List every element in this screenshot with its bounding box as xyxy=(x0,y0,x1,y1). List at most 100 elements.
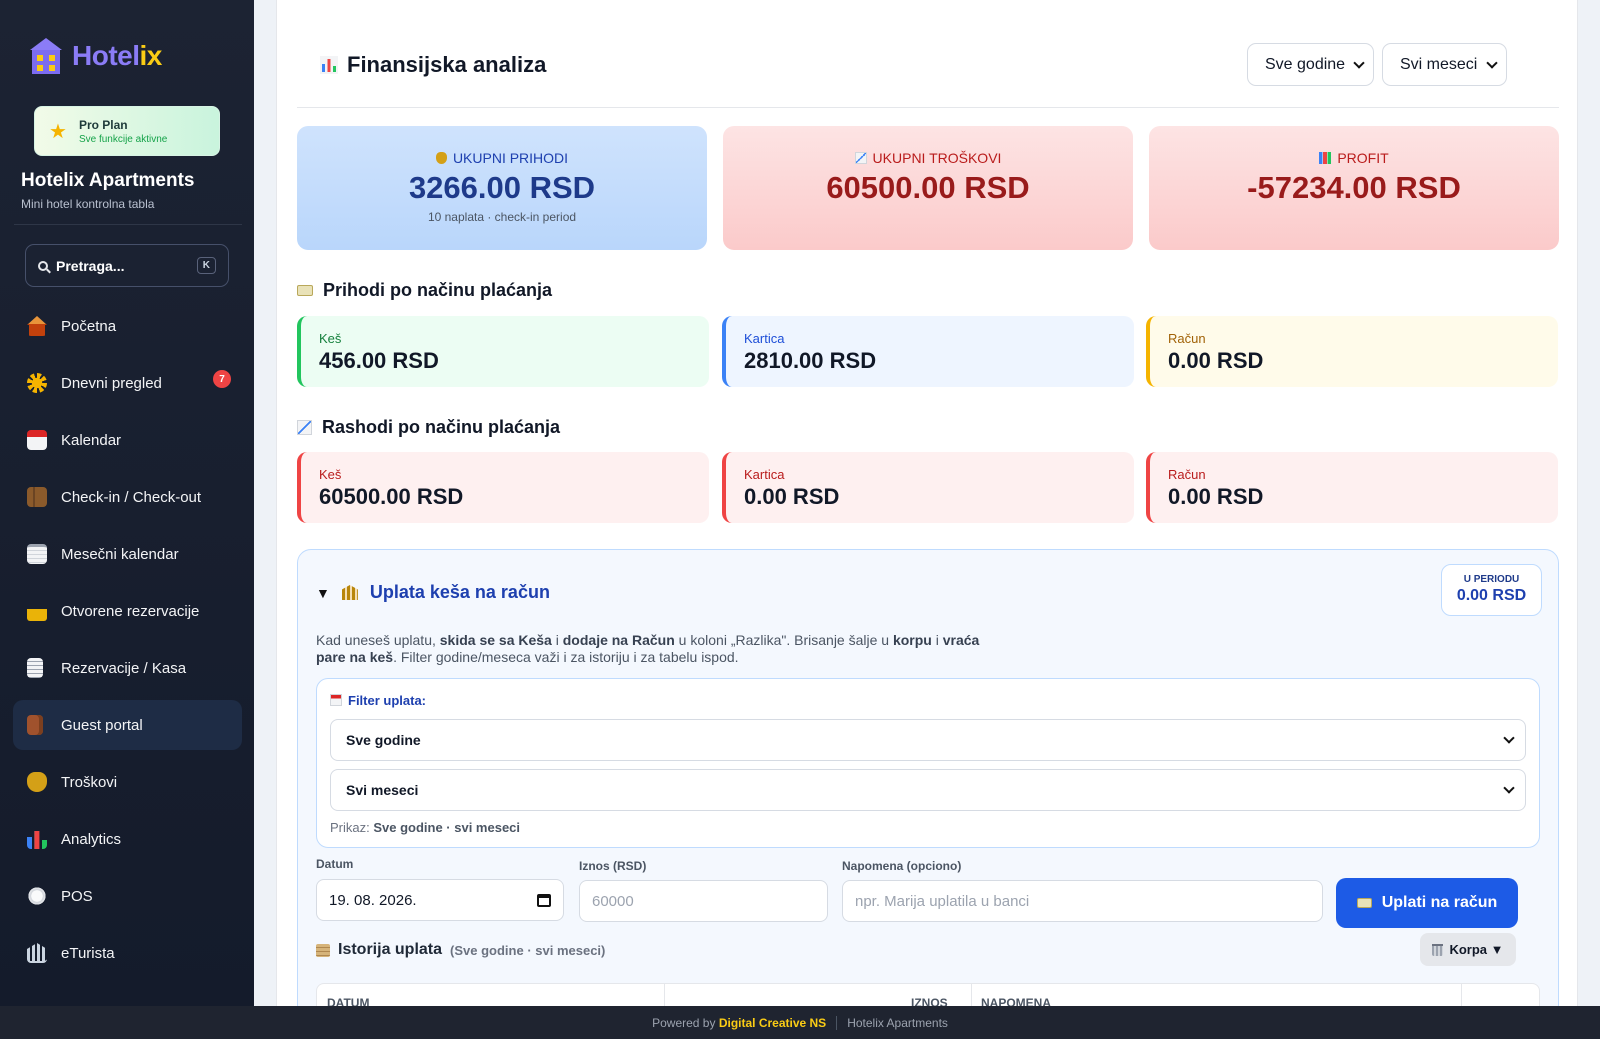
income-stat-label: UKUPNI PRIHODI xyxy=(452,150,569,166)
income-by-method-title: Prihodi po načinu plaćanja xyxy=(323,280,553,300)
expense-card-value: 0.00 RSD xyxy=(744,484,840,509)
income-card-card: Kartica 2810.00 RSD xyxy=(722,316,1134,387)
note-label: Napomena (opciono) xyxy=(842,859,962,873)
expense-invoice-label: Račun xyxy=(1168,467,1206,482)
desc-bold: dodaje na Račun xyxy=(562,632,675,648)
desc-text: . Filter godine/meseca važi i za istorij… xyxy=(393,649,739,665)
chevron-down-icon xyxy=(1486,56,1498,69)
sidebar-item-label: eTurista xyxy=(61,944,115,962)
cash-deposit-toggle[interactable]: ▼ Uplata keša na račun xyxy=(316,582,550,603)
sidebar-item-label: Dnevni pregled xyxy=(61,374,162,392)
amount-input[interactable]: 60000 xyxy=(579,880,828,922)
income-stat-card: UKUPNI PRIHODI 3266.00 RSD 10 naplata · … xyxy=(297,126,707,250)
hotel-subtitle: Mini hotel kontrolna tabla xyxy=(21,197,155,211)
sidebar-item-label: Rezervacije / Kasa xyxy=(61,659,187,677)
expenses-stat-label-row: UKUPNI TROŠKOVI xyxy=(723,150,1133,166)
chart-down-icon xyxy=(854,152,867,164)
sidebar-item-guest-portal[interactable]: Guest portal xyxy=(13,700,242,750)
chevron-down-icon xyxy=(1353,56,1365,69)
money-bag-icon xyxy=(27,772,47,792)
sidebar-item-check-in-out[interactable]: Check-in / Check-out xyxy=(13,472,242,522)
profit-stat-card: PROFIT -57234.00 RSD xyxy=(1149,126,1559,250)
note-input[interactable]: npr. Marija uplatila u banci xyxy=(842,880,1323,922)
sidebar-item-rezervacije-kasa[interactable]: Rezervacije / Kasa xyxy=(13,643,242,693)
footer-separator xyxy=(836,1015,838,1030)
bar-chart-icon xyxy=(27,831,47,849)
logo-text-part2: ix xyxy=(139,40,163,71)
search-input[interactable]: Pretraga... K xyxy=(25,244,229,287)
sidebar-item-pos[interactable]: POS xyxy=(13,871,242,921)
trash-toggle-button[interactable]: Korpa ▼ xyxy=(1420,933,1516,966)
desc-bold: korpu xyxy=(892,632,932,648)
expense-card-card: Kartica 0.00 RSD xyxy=(722,452,1134,523)
expense-cash-card: Keš 60500.00 RSD xyxy=(297,452,709,523)
sidebar-item-label: Otvorene rezervacije xyxy=(61,602,200,620)
filter-display: Prikaz: Sve godine · svi meseci xyxy=(330,820,520,835)
trash-button-label: Korpa ▼ xyxy=(1449,942,1504,957)
income-cash-value: 456.00 RSD xyxy=(319,348,439,373)
search-shortcut: K xyxy=(196,257,216,274)
receipt-icon xyxy=(27,658,43,678)
history-title: Istorija uplata xyxy=(338,941,443,958)
sidebar-item-mesecni-kalendar[interactable]: Mesečni kalendar xyxy=(13,529,242,579)
sidebar-item-label: POS xyxy=(61,887,93,905)
notepad-icon xyxy=(27,544,47,564)
period-value: 0.00 RSD xyxy=(1456,587,1527,604)
footer-brand-link[interactable]: Digital Creative NS xyxy=(719,1016,826,1030)
income-card-value: 2810.00 RSD xyxy=(744,348,877,373)
footer-app-name: Hotelix Apartments xyxy=(847,1015,948,1030)
scroll-icon xyxy=(316,943,330,957)
footer-powered: Powered by Digital Creative NS xyxy=(652,1016,826,1030)
filter-title: Filter uplata: xyxy=(330,693,426,708)
cash-icon xyxy=(297,285,313,296)
pay-to-account-button[interactable]: Uplati na račun xyxy=(1336,878,1518,928)
month-select[interactable]: Svi meseci xyxy=(1382,43,1507,86)
filter-display-value: Sve godine · svi meseci xyxy=(373,820,521,835)
logo[interactable]: Hotelix xyxy=(28,36,162,76)
filter-month-select[interactable]: Svi meseci xyxy=(330,769,1526,811)
hotel-logo-icon xyxy=(30,38,62,74)
sidebar-divider xyxy=(14,224,242,225)
year-select[interactable]: Sve godine xyxy=(1247,43,1374,86)
filter-year-select[interactable]: Sve godine xyxy=(330,719,1526,761)
sidebar-item-kalendar[interactable]: Kalendar xyxy=(13,415,242,465)
expenses-stat-label: UKUPNI TROŠKOVI xyxy=(872,150,1002,166)
date-input[interactable]: 19. 08. 2026. xyxy=(316,879,564,921)
note-placeholder: npr. Marija uplatila u banci xyxy=(855,892,1030,910)
government-icon xyxy=(27,943,47,963)
income-stat-value: 3266.00 RSD xyxy=(408,170,596,205)
sidebar-item-pocetna[interactable]: Početna xyxy=(13,301,242,351)
income-invoice-label: Račun xyxy=(1168,331,1206,346)
sidebar-item-eturista[interactable]: eTurista xyxy=(13,928,242,978)
desc-text: Kad uneseš uplatu, xyxy=(316,632,440,648)
calendar-picker-icon[interactable] xyxy=(537,893,551,907)
star-icon: ★ xyxy=(49,120,67,143)
sun-icon xyxy=(27,373,47,393)
income-invoice-card: Račun 0.00 RSD xyxy=(1146,316,1558,387)
payment-filter: Filter uplata: Sve godine Svi meseci Pri… xyxy=(316,678,1540,848)
search-icon xyxy=(38,260,48,271)
filter-month-value: Svi meseci xyxy=(346,782,419,798)
page-title-text: Finansijska analiza xyxy=(347,52,547,77)
main-panel: Finansijska analiza Sve godine Svi mesec… xyxy=(276,0,1578,1030)
sidebar-item-label: Troškovi xyxy=(61,773,118,791)
money-bag-icon xyxy=(435,152,447,164)
period-label: U PERIODU xyxy=(1463,574,1520,585)
sidebar-item-label: Guest portal xyxy=(61,716,143,734)
chevron-down-icon xyxy=(1503,732,1515,744)
collapse-triangle-icon: ▼ xyxy=(316,584,330,601)
sidebar-item-analytics[interactable]: Analytics xyxy=(13,814,242,864)
sidebar-item-otvorene-rezervacije[interactable]: Otvorene rezervacije xyxy=(13,586,242,636)
cash-deposit-description: Kad uneseš uplatu, skida se sa Keša i do… xyxy=(316,632,996,666)
logo-text-part1: Hotel xyxy=(72,40,140,71)
cash-deposit-title: Uplata keša na račun xyxy=(369,582,550,602)
income-cash-label: Keš xyxy=(319,331,342,346)
sidebar-item-dnevni-pregled[interactable]: Dnevni pregled 7 xyxy=(13,358,242,408)
sidebar-item-troskovi[interactable]: Troškovi xyxy=(13,757,242,807)
calendar-icon xyxy=(27,430,47,450)
desc-text: i xyxy=(931,632,943,648)
income-stat-label-row: UKUPNI PRIHODI xyxy=(297,150,707,166)
header-divider xyxy=(297,107,1559,108)
month-select-value: Svi meseci xyxy=(1400,55,1478,73)
income-by-method-heading: Prihodi po načinu plaćanja xyxy=(297,280,552,301)
